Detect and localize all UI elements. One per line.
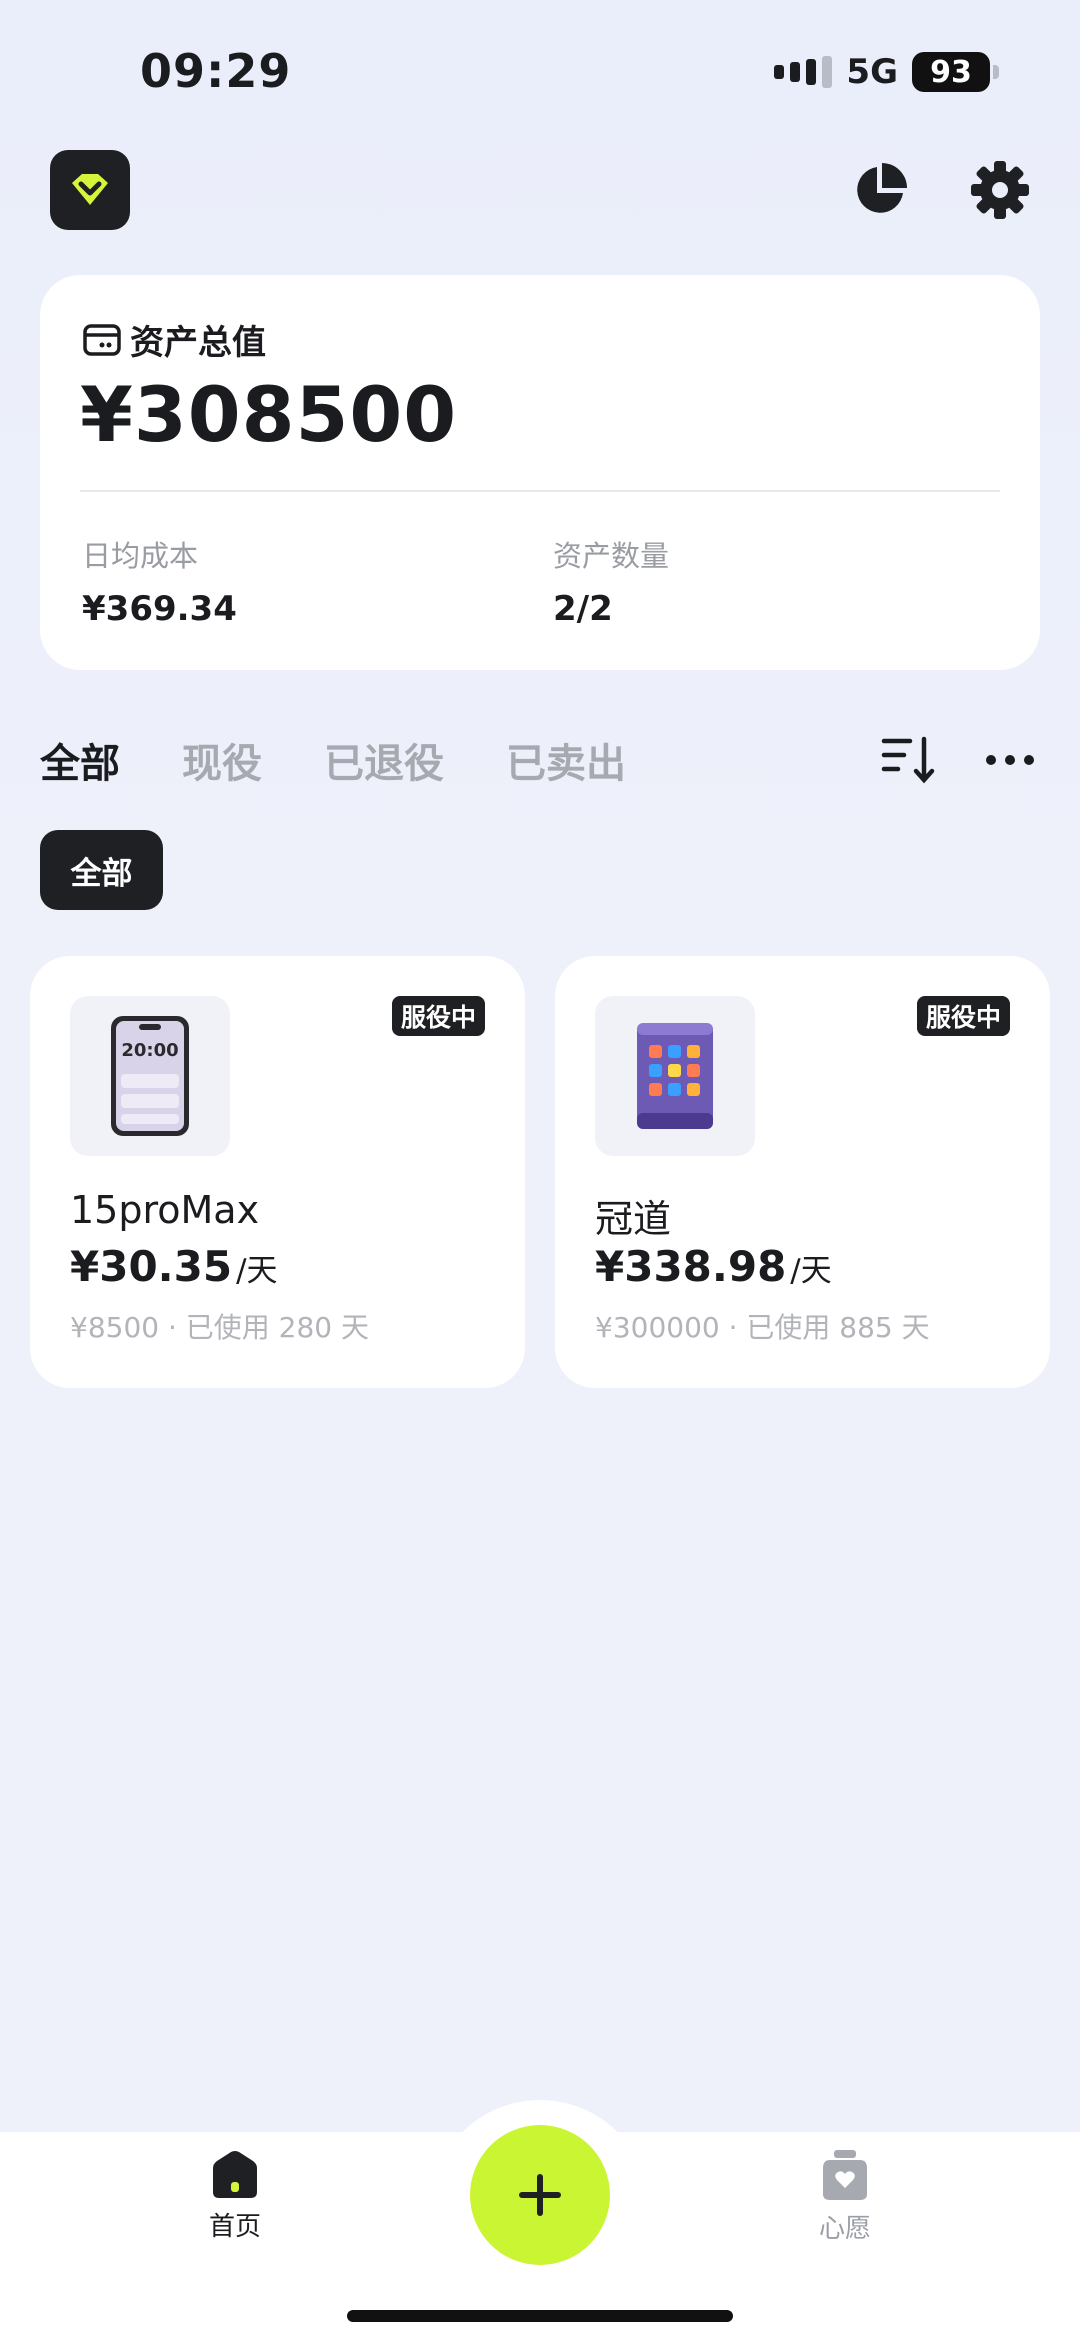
gear-icon	[971, 161, 1029, 219]
tab-active[interactable]: 现役	[182, 731, 262, 789]
sort-icon	[881, 736, 935, 784]
daily-price-value: ¥30.35	[70, 1242, 233, 1291]
sort-button[interactable]	[878, 733, 938, 787]
asset-card[interactable]: 20:00 服役中 15proMax ¥30.35 /天 ¥8500 · 已使用…	[30, 956, 525, 1388]
asset-daily-price: ¥30.35 /天	[70, 1242, 278, 1291]
daily-price-unit: /天	[790, 1253, 832, 1289]
more-icon	[986, 755, 1034, 765]
summary-label: 资产总值	[130, 323, 266, 363]
divider	[80, 490, 1000, 492]
nav-home-label: 首页	[208, 2212, 261, 2242]
daily-cost-stat: 日均成本 ¥369.34	[82, 533, 237, 629]
asset-count-value: 2/2	[553, 589, 613, 629]
daily-cost-value: ¥369.34	[82, 589, 237, 629]
battery-icon: 93	[912, 52, 999, 92]
tablet-icon	[637, 1023, 713, 1129]
asset-name: 冠道	[595, 1197, 672, 1241]
logo-button[interactable]	[50, 150, 130, 230]
wish-jar-icon	[823, 2150, 867, 2200]
filter-chip-all[interactable]: 全部	[40, 830, 163, 910]
status-badge: 服役中	[391, 996, 485, 1036]
asset-card[interactable]: 服役中 冠道 ¥338.98 /天 ¥300000 · 已使用 885 天	[555, 956, 1050, 1388]
asset-name: 15proMax	[70, 1188, 260, 1232]
asset-meta: ¥300000 · 已使用 885 天	[595, 1311, 930, 1344]
nav-wishlist-label: 心愿	[818, 2214, 871, 2244]
tab-all[interactable]: 全部	[40, 731, 120, 789]
daily-cost-label: 日均成本	[82, 539, 199, 573]
home-icon	[213, 2151, 257, 2198]
status-time: 09:29	[140, 44, 292, 98]
asset-thumbnail	[595, 996, 755, 1156]
more-button[interactable]	[980, 733, 1040, 787]
status-tabs: 全部 现役 已退役 已卖出	[40, 730, 626, 790]
app-screen: 09:29 5G 93 资产总值 ¥308500 日均成本 ¥369.34 资产…	[0, 0, 1080, 2341]
signal-icon	[774, 54, 833, 90]
asset-summary-card: 资产总值 ¥308500 日均成本 ¥369.34 资产数量 2/2	[40, 275, 1040, 670]
settings-button[interactable]	[968, 158, 1032, 222]
gem-icon	[72, 174, 108, 205]
asset-count-stat: 资产数量 2/2	[553, 533, 669, 629]
daily-price-unit: /天	[236, 1253, 278, 1289]
nav-home[interactable]: 首页	[165, 2150, 305, 2243]
status-badge: 服役中	[916, 996, 1010, 1036]
asset-daily-price: ¥338.98 /天	[595, 1242, 832, 1291]
pie-chart-icon	[857, 163, 907, 213]
home-indicator	[347, 2310, 733, 2322]
status-indicators: 5G 93	[774, 50, 999, 94]
phone-screen-time: 20:00	[121, 1040, 178, 1061]
wallet-icon	[83, 323, 121, 356]
add-asset-button[interactable]	[470, 2125, 610, 2265]
nav-wishlist[interactable]: 心愿	[775, 2150, 915, 2245]
network-label: 5G	[846, 52, 898, 92]
asset-thumbnail: 20:00	[70, 996, 230, 1156]
tab-retired[interactable]: 已退役	[324, 731, 444, 789]
stats-button[interactable]	[848, 158, 912, 222]
phone-icon: 20:00	[111, 1016, 189, 1136]
plus-icon	[519, 2174, 561, 2216]
summary-header: 资产总值	[82, 315, 266, 364]
daily-price-value: ¥338.98	[595, 1242, 787, 1291]
total-value: ¥308500	[80, 370, 458, 459]
asset-meta: ¥8500 · 已使用 280 天	[70, 1311, 370, 1344]
asset-count-label: 资产数量	[553, 539, 670, 573]
tab-sold[interactable]: 已卖出	[506, 731, 626, 789]
